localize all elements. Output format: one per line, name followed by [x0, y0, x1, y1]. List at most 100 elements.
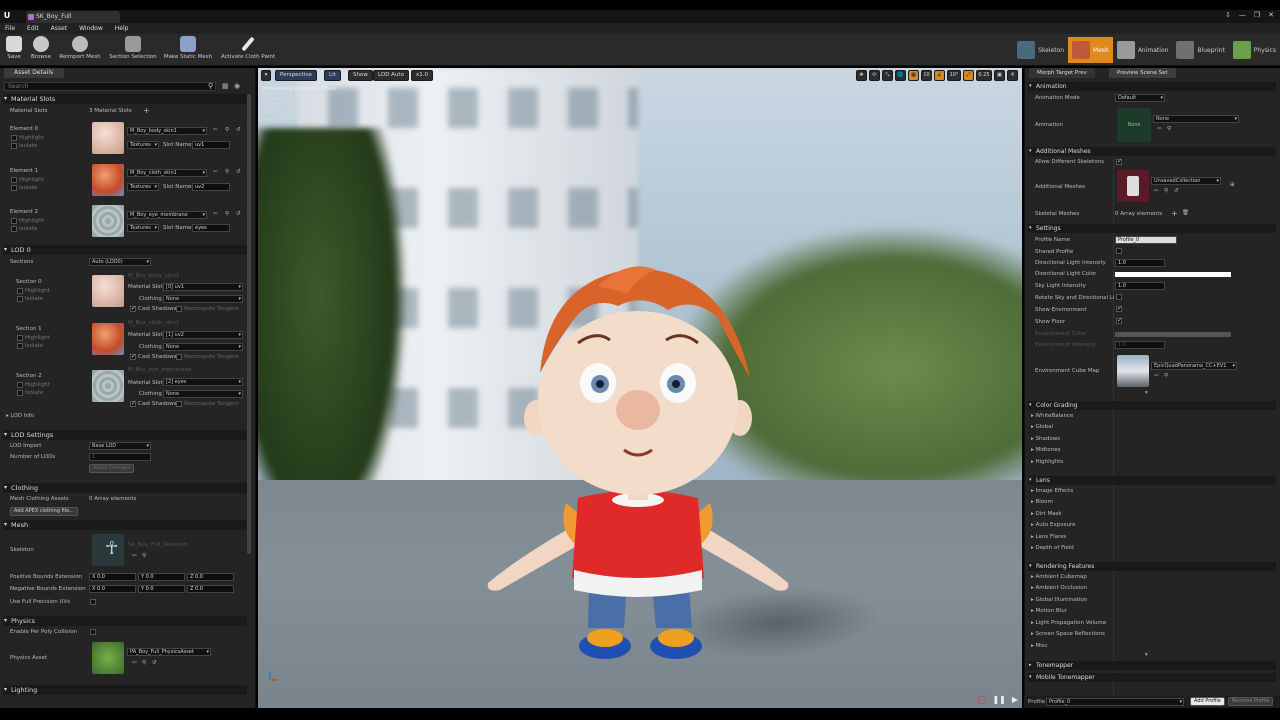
rotation-snap-value[interactable]: 10°	[947, 70, 961, 81]
full-precision-uvs-checkbox[interactable]	[90, 599, 96, 605]
section-lighting[interactable]: Lighting	[3, 685, 247, 695]
physics-use-selected-icon[interactable]: ⇦	[132, 660, 137, 666]
section-0-material-slot-dropdown[interactable]: [0] uv1	[163, 283, 243, 291]
tab-preview-scene-settings[interactable]: Preview Scene Set	[1109, 68, 1176, 78]
left-scrollbar[interactable]	[247, 94, 251, 554]
element-1-isolate-checkbox[interactable]	[11, 185, 17, 191]
camera-speed-value[interactable]: 4	[1007, 70, 1018, 81]
camera-speed-icon[interactable]: ▣	[994, 70, 1005, 81]
scale-tool-icon[interactable]: ⤡	[882, 70, 893, 81]
profile-dropdown[interactable]: Profile_0	[1046, 698, 1184, 706]
element-0-isolate-checkbox[interactable]	[11, 143, 17, 149]
browse-button[interactable]: Browse	[28, 36, 54, 64]
section-0-clothing-dropdown[interactable]: None	[163, 295, 243, 303]
element-2-browse-icon[interactable]: ⚲	[225, 211, 229, 217]
element-0-thumbnail[interactable]	[92, 122, 124, 154]
meshes-browse-icon[interactable]: ⚲	[1164, 188, 1168, 194]
playback-speed-button[interactable]: x1.0	[411, 70, 434, 81]
reimport-mesh-button[interactable]: Reimport Mesh	[58, 36, 102, 64]
cube-browse-icon[interactable]: ⚲	[1164, 373, 1168, 379]
lod-import-dropdown[interactable]: Base LOD	[89, 442, 151, 450]
element-1-reset-icon[interactable]: ↺	[236, 169, 241, 175]
apply-changes-button[interactable]: Apply Changes	[89, 464, 135, 473]
add-profile-button[interactable]: Add Profile	[1190, 697, 1225, 706]
section-0-isolate-checkbox[interactable]	[17, 296, 23, 302]
section-rendering-features[interactable]: Rendering Features	[1028, 562, 1276, 571]
element-0-use-selected-icon[interactable]: ⇦	[213, 127, 218, 133]
element-0-browse-icon[interactable]: ⚲	[225, 127, 229, 133]
number-of-lods-input[interactable]: 1	[89, 453, 151, 461]
section-1-cast-shadows-checkbox[interactable]	[130, 353, 136, 360]
pause-icon[interactable]: ❚❚	[992, 695, 1005, 704]
rotate-tool-icon[interactable]: ⟳	[869, 70, 880, 81]
white-balance-item[interactable]: WhiteBalance	[1031, 413, 1074, 419]
translate-tool-icon[interactable]: ✥	[856, 70, 867, 81]
global-illumination-item[interactable]: Global Illumination	[1031, 597, 1088, 603]
element-1-slot-name-input[interactable]: uv2	[192, 183, 230, 191]
section-1-clothing-dropdown[interactable]: None	[163, 343, 243, 351]
physics-asset-thumbnail[interactable]	[92, 642, 124, 674]
section-1-highlight-checkbox[interactable]	[17, 335, 23, 341]
section-color-grading[interactable]: Color Grading	[1028, 401, 1276, 410]
animation-thumbnail[interactable]: None	[1117, 108, 1151, 142]
section-0-cast-shadows-checkbox[interactable]	[130, 305, 136, 312]
cube-map-dropdown[interactable]: EpicQuadPanorama_CC+EV1	[1151, 362, 1237, 370]
section-0-recompute-checkbox[interactable]	[176, 306, 182, 312]
unreal-logo-icon[interactable]: U	[2, 11, 12, 21]
section-2-cast-shadows-checkbox[interactable]	[130, 400, 136, 407]
cube-map-thumbnail[interactable]	[1117, 355, 1149, 387]
animation-use-selected-icon[interactable]: ⇦	[1157, 126, 1162, 132]
element-2-highlight-checkbox[interactable]	[11, 218, 17, 224]
auto-exposure-item[interactable]: Auto Exposure	[1031, 522, 1076, 528]
section-0-highlight-checkbox[interactable]	[17, 288, 23, 294]
viewport-options-icon[interactable]: ▾	[261, 70, 271, 81]
document-tab[interactable]: SK_Boy_Full	[26, 11, 120, 23]
midtones-item[interactable]: Midtones	[1031, 447, 1061, 453]
section-tonemapper[interactable]: Tonemapper	[1028, 661, 1276, 670]
minimize-icon[interactable]: —	[1239, 11, 1246, 19]
element-2-material-dropdown[interactable]: M_Boy_eye_membrane	[127, 211, 207, 219]
skeleton-thumbnail[interactable]: ☥	[92, 534, 124, 566]
section-animation[interactable]: Animation	[1028, 82, 1276, 91]
play-icon[interactable]: ▶	[1012, 695, 1018, 704]
section-1-material-slot-dropdown[interactable]: [1] uv2	[163, 331, 243, 339]
menu-help[interactable]: Help	[115, 23, 129, 34]
grid-snap-value[interactable]: 10	[921, 70, 932, 81]
element-2-thumbnail[interactable]	[92, 205, 124, 237]
skeletal-delete-icon[interactable]: 🗑	[1182, 210, 1189, 216]
animation-asset-dropdown[interactable]: None	[1153, 115, 1239, 123]
rotation-snap-icon[interactable]: ∠	[934, 70, 945, 81]
perspective-button[interactable]: Perspective	[275, 70, 317, 81]
add-apex-clothing-button[interactable]: Add APEX clothing file...	[10, 507, 78, 516]
positive-bounds-y[interactable]: Y 0.0	[138, 573, 185, 581]
allow-different-skeletons-checkbox[interactable]	[1116, 158, 1122, 165]
activate-cloth-paint-button[interactable]: Activate Cloth Paint	[218, 36, 278, 64]
menu-window[interactable]: Window	[79, 23, 103, 34]
mode-skeleton[interactable]: Skeleton	[1013, 37, 1068, 63]
section-2-recompute-checkbox[interactable]	[176, 401, 182, 407]
misc-item[interactable]: Misc	[1031, 643, 1048, 649]
element-0-material-dropdown[interactable]: M_Boy_body_skin1	[127, 127, 207, 135]
lod-auto-button[interactable]: LOD Auto	[373, 70, 409, 81]
negative-bounds-y[interactable]: Y 0.0	[138, 585, 185, 593]
per-poly-collision-checkbox[interactable]	[90, 629, 96, 635]
negative-bounds-x[interactable]: X 0.0	[89, 585, 136, 593]
directional-light-intensity-input[interactable]: 1.0	[1115, 259, 1165, 267]
dirt-mask-item[interactable]: Dirt Mask	[1031, 511, 1062, 517]
element-0-highlight-checkbox[interactable]	[11, 135, 17, 141]
light-propagation-volume-item[interactable]: Light Propagation Volume	[1031, 620, 1107, 626]
screen-space-reflections-item[interactable]: Screen Space Reflections	[1031, 631, 1105, 637]
ambient-cubemap-item[interactable]: Ambient Cubemap	[1031, 574, 1087, 580]
mode-mesh[interactable]: Mesh	[1068, 37, 1113, 63]
sections-dropdown[interactable]: Auto (LOD0)	[89, 258, 151, 266]
skeleton-use-selected-icon[interactable]: ⇦	[132, 553, 137, 559]
mode-physics[interactable]: Physics	[1229, 37, 1280, 63]
shadows-item[interactable]: Shadows	[1031, 436, 1061, 442]
rendering-chevron-icon[interactable]: ▾	[1145, 652, 1148, 658]
additional-meshes-dropdown[interactable]: UnsavedCollection	[1151, 177, 1221, 185]
menu-file[interactable]: File	[5, 23, 15, 34]
world-space-icon[interactable]: 🌐	[895, 70, 906, 81]
record-icon[interactable]: ◯	[977, 695, 986, 704]
element-0-textures-dropdown[interactable]: Textures	[127, 141, 159, 149]
meshes-use-selected-icon[interactable]: ⇦	[1154, 188, 1159, 194]
